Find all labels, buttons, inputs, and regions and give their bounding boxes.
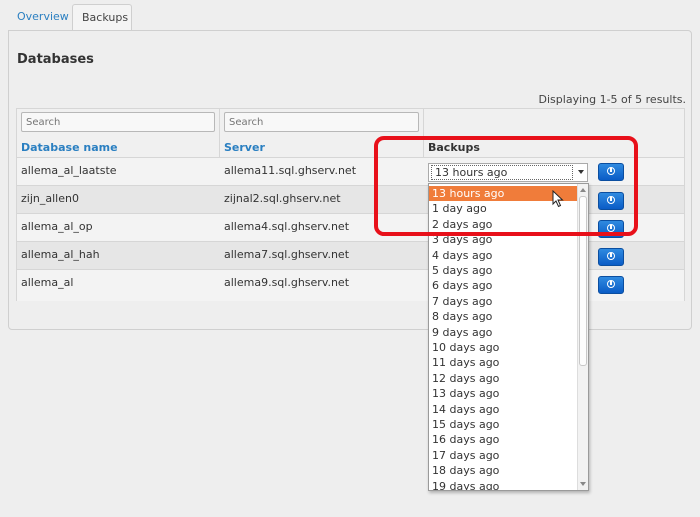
backup-option[interactable]: 4 days ago: [429, 248, 577, 263]
backup-option[interactable]: 5 days ago: [429, 263, 577, 278]
column-header-server[interactable]: Server: [224, 141, 265, 154]
database-name-cell: allema_al_laatste: [21, 164, 117, 177]
scroll-down-icon[interactable]: [580, 482, 586, 486]
database-name-cell: allema_al: [21, 276, 74, 289]
restore-button[interactable]: [598, 248, 624, 266]
results-summary: Displaying 1-5 of 5 results.: [538, 93, 686, 106]
backup-option[interactable]: 6 days ago: [429, 278, 577, 293]
column-header-database-name[interactable]: Database name: [21, 141, 118, 154]
mouse-pointer-icon: [552, 190, 564, 208]
tab-overview[interactable]: Overview: [8, 4, 78, 30]
backup-option[interactable]: 16 days ago: [429, 432, 577, 447]
backup-option[interactable]: 17 days ago: [429, 448, 577, 463]
server-cell: allema9.sql.ghserv.net: [224, 276, 350, 289]
server-cell: allema4.sql.ghserv.net: [224, 220, 350, 233]
page-title: Databases: [17, 52, 94, 67]
power-icon: [607, 280, 615, 288]
backup-option[interactable]: 15 days ago: [429, 417, 577, 432]
database-name-cell: zijn_allen0: [21, 192, 79, 205]
backup-option[interactable]: 11 days ago: [429, 355, 577, 370]
backup-option[interactable]: 7 days ago: [429, 294, 577, 309]
backup-option[interactable]: 8 days ago: [429, 309, 577, 324]
restore-button[interactable]: [598, 276, 624, 294]
server-cell: allema7.sql.ghserv.net: [224, 248, 350, 261]
backup-option[interactable]: 19 days ago: [429, 479, 577, 490]
tab-backups[interactable]: Backups: [72, 4, 132, 32]
database-name-search-input[interactable]: [21, 112, 215, 132]
backup-option[interactable]: 12 days ago: [429, 371, 577, 386]
server-search-input[interactable]: [224, 112, 419, 132]
server-cell: zijnal2.sql.ghserv.net: [224, 192, 341, 205]
server-cell: allema11.sql.ghserv.net: [224, 164, 357, 177]
backup-option[interactable]: 9 days ago: [429, 325, 577, 340]
database-name-cell: allema_al_hah: [21, 248, 100, 261]
database-name-cell: allema_al_op: [21, 220, 93, 233]
backup-option[interactable]: 10 days ago: [429, 340, 577, 355]
power-icon: [607, 252, 615, 260]
highlight-annotation: [374, 136, 638, 236]
backup-option[interactable]: 18 days ago: [429, 463, 577, 478]
backup-option[interactable]: 13 days ago: [429, 386, 577, 401]
backup-option[interactable]: 14 days ago: [429, 402, 577, 417]
